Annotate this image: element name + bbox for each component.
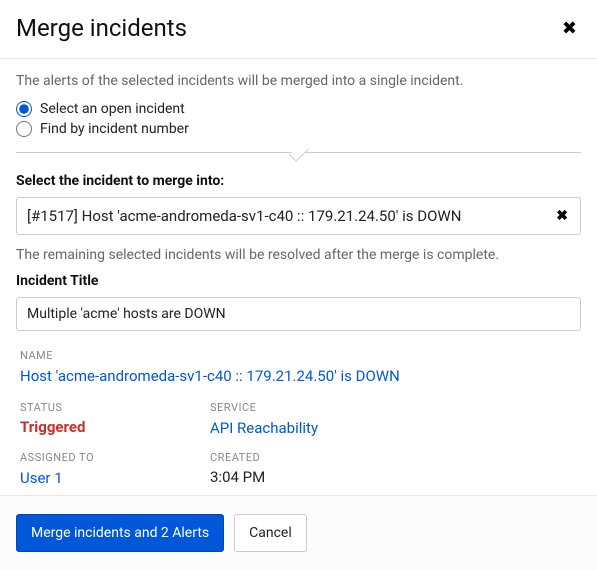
select-incident-label: Select the incident to merge into: bbox=[16, 173, 581, 189]
detail-created-value: 3:04 PM bbox=[210, 468, 360, 486]
remaining-info-text: The remaining selected incidents will be… bbox=[16, 247, 581, 263]
cancel-button[interactable]: Cancel bbox=[234, 514, 307, 552]
detail-service-block: SERVICE API Reachability bbox=[210, 401, 360, 437]
detail-service-link[interactable]: API Reachability bbox=[210, 419, 318, 437]
modal-body: The alerts of the selected incidents wil… bbox=[0, 59, 597, 495]
detail-created-label: CREATED bbox=[210, 451, 360, 464]
radio-select-open-label: Select an open incident bbox=[40, 101, 185, 117]
detail-created-block: CREATED 3:04 PM bbox=[210, 451, 360, 487]
merge-mode-radio-group: Select an open incident Find by incident… bbox=[16, 99, 581, 139]
merge-button[interactable]: Merge incidents and 2 Alerts bbox=[16, 514, 224, 552]
detail-name-block: NAME Host 'acme-andromeda-sv1-c40 :: 179… bbox=[20, 349, 577, 385]
detail-name-label: NAME bbox=[20, 349, 577, 362]
detail-assigned-link[interactable]: User 1 bbox=[20, 469, 63, 487]
incident-select-value: [#1517] Host 'acme-andromeda-sv1-c40 :: … bbox=[27, 207, 461, 225]
radio-select-open-incident[interactable]: Select an open incident bbox=[16, 99, 581, 119]
modal-footer: Merge incidents and 2 Alerts Cancel bbox=[0, 495, 597, 570]
detail-row-status-service: STATUS Triggered SERVICE API Reachabilit… bbox=[20, 401, 577, 437]
modal-title: Merge incidents bbox=[16, 14, 187, 42]
close-button[interactable]: ✖ bbox=[558, 15, 581, 41]
radio-find-by-number-input[interactable] bbox=[16, 121, 32, 137]
clear-selection-icon[interactable]: ✖ bbox=[554, 209, 570, 223]
detail-status-block: STATUS Triggered bbox=[20, 401, 170, 437]
incident-title-input[interactable] bbox=[16, 297, 581, 331]
section-divider bbox=[16, 147, 581, 159]
merge-help-text: The alerts of the selected incidents wil… bbox=[16, 73, 581, 89]
incident-select[interactable]: [#1517] Host 'acme-andromeda-sv1-c40 :: … bbox=[16, 197, 581, 235]
merge-incidents-modal: Merge incidents ✖ The alerts of the sele… bbox=[0, 0, 597, 570]
detail-service-label: SERVICE bbox=[210, 401, 360, 414]
incident-title-label: Incident Title bbox=[16, 273, 581, 289]
modal-header: Merge incidents ✖ bbox=[0, 0, 597, 59]
detail-name-link[interactable]: Host 'acme-andromeda-sv1-c40 :: 179.21.2… bbox=[20, 367, 400, 385]
radio-find-by-number[interactable]: Find by incident number bbox=[16, 119, 581, 139]
detail-assigned-label: ASSIGNED TO bbox=[20, 451, 170, 464]
detail-row-assigned-created: ASSIGNED TO User 1 CREATED 3:04 PM bbox=[20, 451, 577, 487]
notch-icon bbox=[289, 142, 309, 162]
radio-find-by-number-label: Find by incident number bbox=[40, 121, 189, 137]
detail-status-value: Triggered bbox=[20, 418, 170, 436]
incident-details: NAME Host 'acme-andromeda-sv1-c40 :: 179… bbox=[16, 349, 581, 487]
radio-select-open-input[interactable] bbox=[16, 101, 32, 117]
detail-status-label: STATUS bbox=[20, 401, 170, 414]
close-icon: ✖ bbox=[562, 18, 577, 38]
detail-assigned-block: ASSIGNED TO User 1 bbox=[20, 451, 170, 487]
